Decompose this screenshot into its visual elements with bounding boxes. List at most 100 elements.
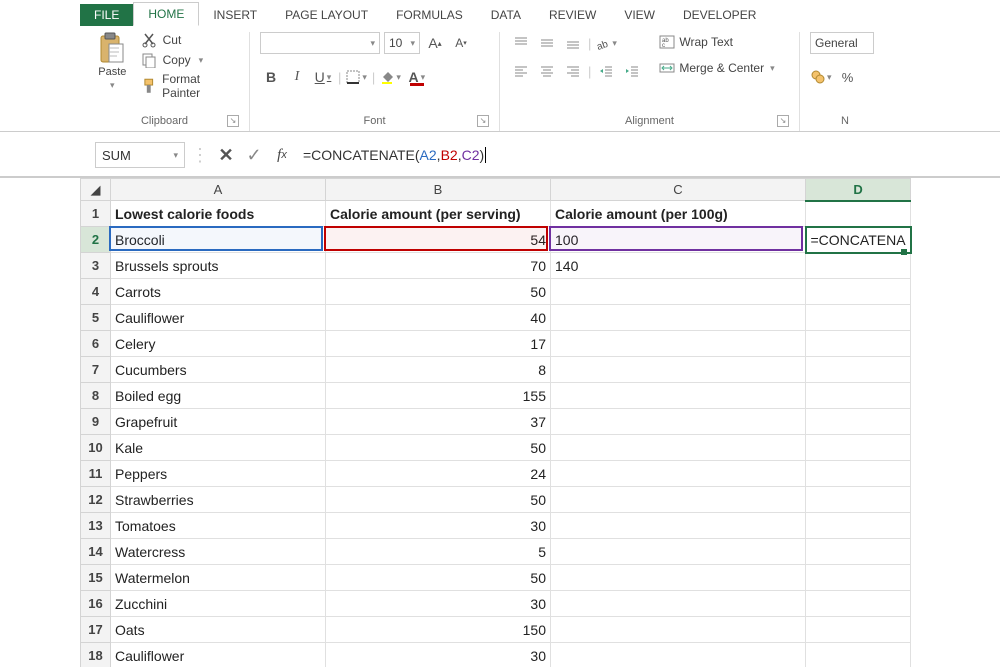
cell-B6[interactable]: 17 [326, 331, 551, 357]
row-header-7[interactable]: 7 [81, 357, 111, 383]
row-header-2[interactable]: 2 [81, 227, 111, 253]
cell-A13[interactable]: Tomatoes [111, 513, 326, 539]
row-header-8[interactable]: 8 [81, 383, 111, 409]
cell-B5[interactable]: 40 [326, 305, 551, 331]
cell-D14[interactable] [806, 539, 911, 565]
row-header-17[interactable]: 17 [81, 617, 111, 643]
cell-C14[interactable] [551, 539, 806, 565]
fill-color-button[interactable] [379, 66, 402, 88]
row-header-15[interactable]: 15 [81, 565, 111, 591]
alignment-dialog-launcher[interactable]: ↘ [777, 115, 789, 127]
wrap-text-button[interactable]: abc Wrap Text [659, 32, 774, 52]
cell-A3[interactable]: Brussels sprouts [111, 253, 326, 279]
cell-D5[interactable] [806, 305, 911, 331]
cut-button[interactable]: Cut [141, 32, 239, 48]
cell-A12[interactable]: Strawberries [111, 487, 326, 513]
cell-A5[interactable]: Cauliflower [111, 305, 326, 331]
cell-A8[interactable]: Boiled egg [111, 383, 326, 409]
spreadsheet-grid[interactable]: ◢ABCD1Lowest calorie foodsCalorie amount… [80, 178, 1000, 667]
cell-B16[interactable]: 30 [326, 591, 551, 617]
cell-A15[interactable]: Watermelon [111, 565, 326, 591]
cell-C8[interactable] [551, 383, 806, 409]
cell-B15[interactable]: 50 [326, 565, 551, 591]
cell-D11[interactable] [806, 461, 911, 487]
cell-C10[interactable] [551, 435, 806, 461]
enter-formula-button[interactable]: ✓ [243, 144, 265, 166]
cell-D3[interactable] [806, 253, 911, 279]
cell-D4[interactable] [806, 279, 911, 305]
number-format-combo[interactable]: General [810, 32, 874, 54]
cell-C9[interactable] [551, 409, 806, 435]
cell-D18[interactable] [806, 643, 911, 667]
clipboard-dialog-launcher[interactable]: ↘ [227, 115, 239, 127]
row-header-10[interactable]: 10 [81, 435, 111, 461]
align-left-button[interactable] [510, 60, 532, 82]
cell-C6[interactable] [551, 331, 806, 357]
cell-B13[interactable]: 30 [326, 513, 551, 539]
format-painter-button[interactable]: Format Painter [141, 72, 239, 100]
cell-B8[interactable]: 155 [326, 383, 551, 409]
row-header-6[interactable]: 6 [81, 331, 111, 357]
cell-D6[interactable] [806, 331, 911, 357]
orientation-button[interactable]: ab [595, 32, 618, 54]
cell-C4[interactable] [551, 279, 806, 305]
tab-page-layout[interactable]: PAGE LAYOUT [271, 4, 382, 26]
tab-data[interactable]: DATA [477, 4, 535, 26]
cell-B1[interactable]: Calorie amount (per serving) [326, 201, 551, 227]
row-header-1[interactable]: 1 [81, 201, 111, 227]
font-color-button[interactable]: A [406, 66, 428, 88]
currency-button[interactable] [810, 66, 833, 88]
row-header-12[interactable]: 12 [81, 487, 111, 513]
tab-insert[interactable]: INSERT [199, 4, 271, 26]
cell-A2[interactable]: Broccoli [111, 227, 326, 253]
row-header-11[interactable]: 11 [81, 461, 111, 487]
col-header-A[interactable]: A [111, 179, 326, 201]
decrease-indent-button[interactable] [595, 60, 617, 82]
cell-B2[interactable]: 54 [326, 227, 551, 253]
cell-D9[interactable] [806, 409, 911, 435]
cell-C13[interactable] [551, 513, 806, 539]
cell-B4[interactable]: 50 [326, 279, 551, 305]
cell-D12[interactable] [806, 487, 911, 513]
cell-B10[interactable]: 50 [326, 435, 551, 461]
italic-button[interactable]: I [286, 66, 308, 88]
cell-D7[interactable] [806, 357, 911, 383]
cell-D16[interactable] [806, 591, 911, 617]
cell-A1[interactable]: Lowest calorie foods [111, 201, 326, 227]
cell-B9[interactable]: 37 [326, 409, 551, 435]
cell-B18[interactable]: 30 [326, 643, 551, 667]
cell-C5[interactable] [551, 305, 806, 331]
underline-button[interactable]: U [312, 66, 334, 88]
copy-button[interactable]: Copy [141, 52, 239, 68]
row-header-3[interactable]: 3 [81, 253, 111, 279]
row-header-9[interactable]: 9 [81, 409, 111, 435]
cell-C1[interactable]: Calorie amount (per 100g) [551, 201, 806, 227]
decrease-font-button[interactable]: A▾ [450, 32, 472, 54]
increase-font-button[interactable]: A▴ [424, 32, 446, 54]
cell-C3[interactable]: 140 [551, 253, 806, 279]
align-bottom-button[interactable] [562, 32, 584, 54]
selection-fill-handle[interactable] [901, 249, 907, 255]
merge-center-button[interactable]: Merge & Center [659, 58, 774, 78]
cell-C7[interactable] [551, 357, 806, 383]
font-dialog-launcher[interactable]: ↘ [477, 115, 489, 127]
col-header-C[interactable]: C [551, 179, 806, 201]
name-box[interactable]: SUM ▾ [95, 142, 185, 168]
cell-A4[interactable]: Carrots [111, 279, 326, 305]
cell-A6[interactable]: Celery [111, 331, 326, 357]
cell-B3[interactable]: 70 [326, 253, 551, 279]
row-header-4[interactable]: 4 [81, 279, 111, 305]
tab-file[interactable]: FILE [80, 4, 133, 26]
cell-D1[interactable] [806, 201, 911, 227]
cell-B12[interactable]: 50 [326, 487, 551, 513]
cell-C12[interactable] [551, 487, 806, 513]
cell-A16[interactable]: Zucchini [111, 591, 326, 617]
cell-C17[interactable] [551, 617, 806, 643]
cell-D15[interactable] [806, 565, 911, 591]
row-header-5[interactable]: 5 [81, 305, 111, 331]
cancel-formula-button[interactable]: ✕ [215, 144, 237, 166]
cell-D13[interactable] [806, 513, 911, 539]
percent-button[interactable]: % [837, 66, 859, 88]
tab-home[interactable]: HOME [133, 2, 199, 26]
cell-B11[interactable]: 24 [326, 461, 551, 487]
